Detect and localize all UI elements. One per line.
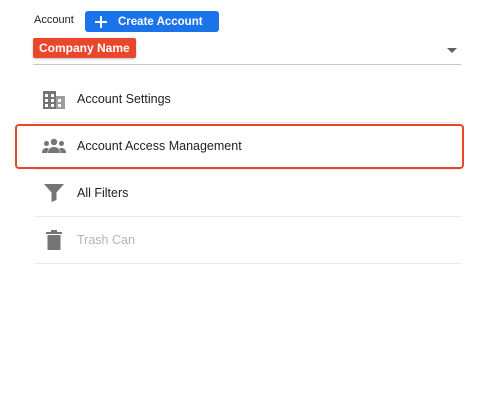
trash-icon: [42, 228, 66, 252]
building-icon: [42, 87, 66, 111]
filter-icon: [42, 181, 66, 205]
menu-item-label: Account Settings: [77, 92, 171, 106]
people-icon: [42, 134, 66, 158]
menu-item-label: Account Access Management: [77, 139, 242, 153]
account-admin-menu: Account Settings Account Access Manageme…: [34, 76, 461, 264]
menu-item-label: All Filters: [77, 186, 129, 200]
menu-item-all-filters[interactable]: All Filters: [34, 170, 461, 217]
chevron-down-icon[interactable]: [447, 48, 457, 53]
menu-item-label: Trash Can: [77, 233, 135, 247]
company-name-badge: Company Name: [33, 38, 136, 58]
create-account-label: Create Account: [118, 15, 203, 28]
account-select[interactable]: Company Name: [33, 38, 461, 65]
create-account-button[interactable]: Create Account: [85, 11, 219, 32]
menu-item-trash-can[interactable]: Trash Can: [34, 217, 461, 264]
plus-icon: [95, 15, 107, 28]
menu-item-account-access-management[interactable]: Account Access Management: [34, 123, 461, 170]
menu-item-account-settings[interactable]: Account Settings: [34, 76, 461, 123]
account-label: Account: [34, 14, 74, 26]
